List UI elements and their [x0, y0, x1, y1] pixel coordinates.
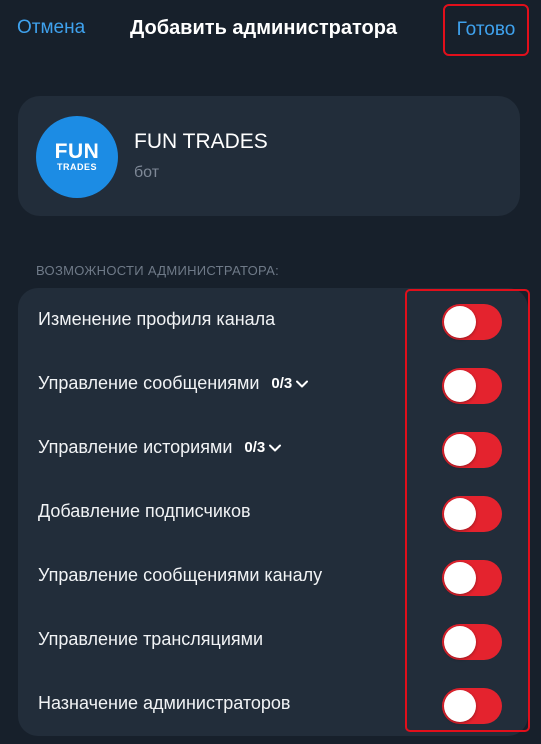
- section-header: ВОЗМОЖНОСТИ АДМИНИСТРАТОРА:: [36, 263, 280, 278]
- right-label: Управление трансляциями: [38, 629, 263, 650]
- toggle-switch[interactable]: [442, 560, 502, 596]
- avatar-text-line1: FUN: [54, 140, 100, 163]
- toggle-switch[interactable]: [442, 496, 502, 532]
- right-label: Управление сообщениями 0/3: [38, 373, 309, 394]
- right-label: Добавление подписчиков: [38, 501, 251, 522]
- right-label: Управление сообщениями каналу: [38, 565, 322, 586]
- right-row-manage-stories[interactable]: Управление историями 0/3: [18, 416, 528, 480]
- count-text: 0/3: [271, 375, 293, 392]
- cancel-button[interactable]: Отмена: [17, 17, 85, 39]
- chevron-down-icon: [269, 444, 282, 451]
- toggle-knob: [444, 626, 476, 658]
- right-label-text: Управление сообщениями каналу: [38, 565, 323, 585]
- toggle-knob: [444, 306, 476, 338]
- right-label-text: Изменение профиля канала: [38, 309, 276, 329]
- header: Отмена Добавить администратора Готово: [0, 0, 541, 60]
- chevron-down-icon: [296, 380, 309, 387]
- bot-subtitle: бот: [134, 164, 160, 181]
- right-row-add-subscribers[interactable]: Добавление подписчиков: [18, 480, 528, 544]
- toggle-switch[interactable]: [442, 304, 502, 340]
- bot-name: FUN TRADES: [134, 130, 268, 153]
- expand-count[interactable]: 0/3: [271, 375, 309, 392]
- right-label-text: Управление сообщениями: [38, 373, 260, 393]
- right-row-edit-profile[interactable]: Изменение профиля канала: [18, 288, 528, 352]
- toggle-knob: [444, 498, 476, 530]
- toggle-switch[interactable]: [442, 368, 502, 404]
- toggle-switch[interactable]: [442, 688, 502, 724]
- avatar: FUN TRADES: [36, 116, 118, 198]
- right-label-text: Управление трансляциями: [38, 629, 264, 649]
- right-row-assign-admins[interactable]: Назначение администраторов: [18, 672, 528, 736]
- toggle-knob: [444, 434, 476, 466]
- done-button-label: Готово: [456, 19, 516, 40]
- toggle-knob: [444, 690, 476, 722]
- right-label: Изменение профиля канала: [38, 309, 275, 330]
- page-title: Добавить администратора: [130, 17, 398, 39]
- bot-profile-card: FUN TRADES FUN TRADES бот: [18, 96, 520, 216]
- toggle-switch[interactable]: [442, 624, 502, 660]
- right-label: Управление историями 0/3: [38, 437, 282, 458]
- right-label: Назначение администраторов: [38, 693, 290, 714]
- avatar-text-line2: TRADES: [56, 162, 97, 172]
- right-label-text: Добавление подписчиков: [38, 501, 251, 521]
- right-row-manage-messages[interactable]: Управление сообщениями 0/3: [18, 352, 528, 416]
- right-label-text: Назначение администраторов: [38, 693, 291, 713]
- expand-count[interactable]: 0/3: [244, 439, 282, 456]
- toggle-switch[interactable]: [442, 432, 502, 468]
- toggle-knob: [444, 562, 476, 594]
- add-admin-screen: Отмена Добавить администратора Готово FU…: [0, 0, 541, 744]
- right-label-text: Управление историями: [38, 437, 233, 457]
- done-button[interactable]: Готово: [443, 4, 529, 56]
- toggle-knob: [444, 370, 476, 402]
- count-text: 0/3: [244, 439, 266, 456]
- right-row-manage-channel-messages[interactable]: Управление сообщениями каналу: [18, 544, 528, 608]
- admin-rights-list: Изменение профиля канала Управление сооб…: [18, 288, 528, 736]
- right-row-manage-streams[interactable]: Управление трансляциями: [18, 608, 528, 672]
